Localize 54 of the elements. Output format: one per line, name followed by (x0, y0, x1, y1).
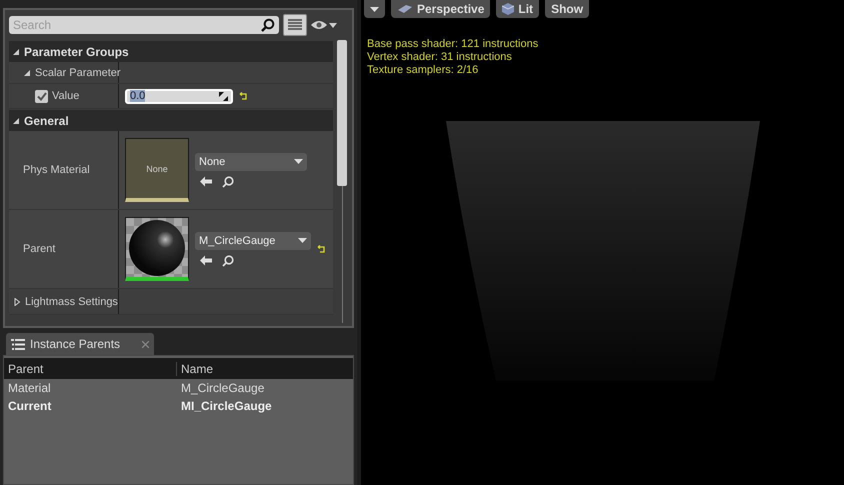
dropdown-arrow-icon (298, 238, 307, 243)
table-cell-text: Material (7, 381, 52, 395)
asset-dropdown[interactable]: M_CircleGauge (195, 232, 311, 250)
use-selected-arrow-icon[interactable] (200, 176, 212, 186)
thumbnail-label: None (146, 164, 168, 174)
asset-thumbnail[interactable]: None (125, 138, 189, 202)
asset-dropdown[interactable]: None (195, 152, 307, 170)
property-label: Parent (23, 243, 56, 255)
property-label: Phys Material (23, 164, 90, 176)
perspective-button[interactable]: Perspective (391, 0, 490, 18)
dropdown-arrow-icon (329, 22, 337, 28)
dropdown-arrow-icon (370, 6, 379, 12)
dropdown-arrow-icon (294, 159, 303, 164)
cube-icon (502, 3, 514, 15)
use-selected-arrow-icon[interactable] (200, 254, 212, 266)
value-input[interactable]: 0.0 (125, 88, 233, 104)
camera-icon (397, 4, 413, 14)
search-icon[interactable] (222, 176, 234, 188)
resize-arrows-icon (219, 92, 228, 100)
table-cell-text: Current (7, 399, 52, 413)
eye-icon (311, 20, 327, 30)
view-options-button[interactable] (283, 14, 307, 36)
reset-to-default-icon[interactable] (317, 245, 326, 253)
collapse-triangle-icon[interactable] (23, 68, 31, 76)
property-label: Value (52, 90, 80, 102)
collapse-triangle-icon[interactable] (12, 48, 20, 56)
material-thumbnail[interactable] (125, 217, 189, 281)
search-field[interactable]: Search (9, 16, 279, 34)
category-header[interactable]: General (24, 114, 69, 128)
viewport-menu-button[interactable] (364, 0, 385, 18)
checkmark-icon (36, 92, 46, 100)
sphere-icon (128, 218, 186, 276)
visibility-button[interactable] (311, 20, 337, 30)
shader-stats-text: Texture samplers: 2/16 (367, 64, 478, 77)
scrollbar[interactable] (336, 40, 348, 323)
column-header[interactable]: Parent (4, 362, 177, 376)
checkbox[interactable] (35, 90, 48, 102)
reset-to-default-icon[interactable] (239, 92, 248, 100)
view-mode-button[interactable]: Lit (496, 0, 540, 18)
close-icon[interactable] (142, 340, 149, 348)
collapse-triangle-icon[interactable] (12, 116, 20, 124)
list-icon (11, 338, 25, 350)
search-icon[interactable] (222, 254, 234, 266)
column-header[interactable]: Name (177, 362, 353, 376)
search-icon (261, 18, 275, 32)
shader-stats-text: Vertex shader: 31 instructions (367, 51, 512, 64)
table-cell-text: M_CircleGauge (180, 381, 266, 395)
expand-triangle-icon[interactable] (13, 298, 21, 306)
group-label[interactable]: Scalar Parameter (35, 66, 121, 78)
table-cell-text: MI_CircleGauge (180, 399, 273, 413)
group-label[interactable]: Lightmass Settings (25, 296, 118, 308)
instance-parents-tab[interactable]: Instance Parents (6, 333, 154, 355)
shader-stats-text: Base pass shader: 121 instructions (367, 38, 538, 51)
show-button[interactable]: Show (545, 0, 590, 18)
